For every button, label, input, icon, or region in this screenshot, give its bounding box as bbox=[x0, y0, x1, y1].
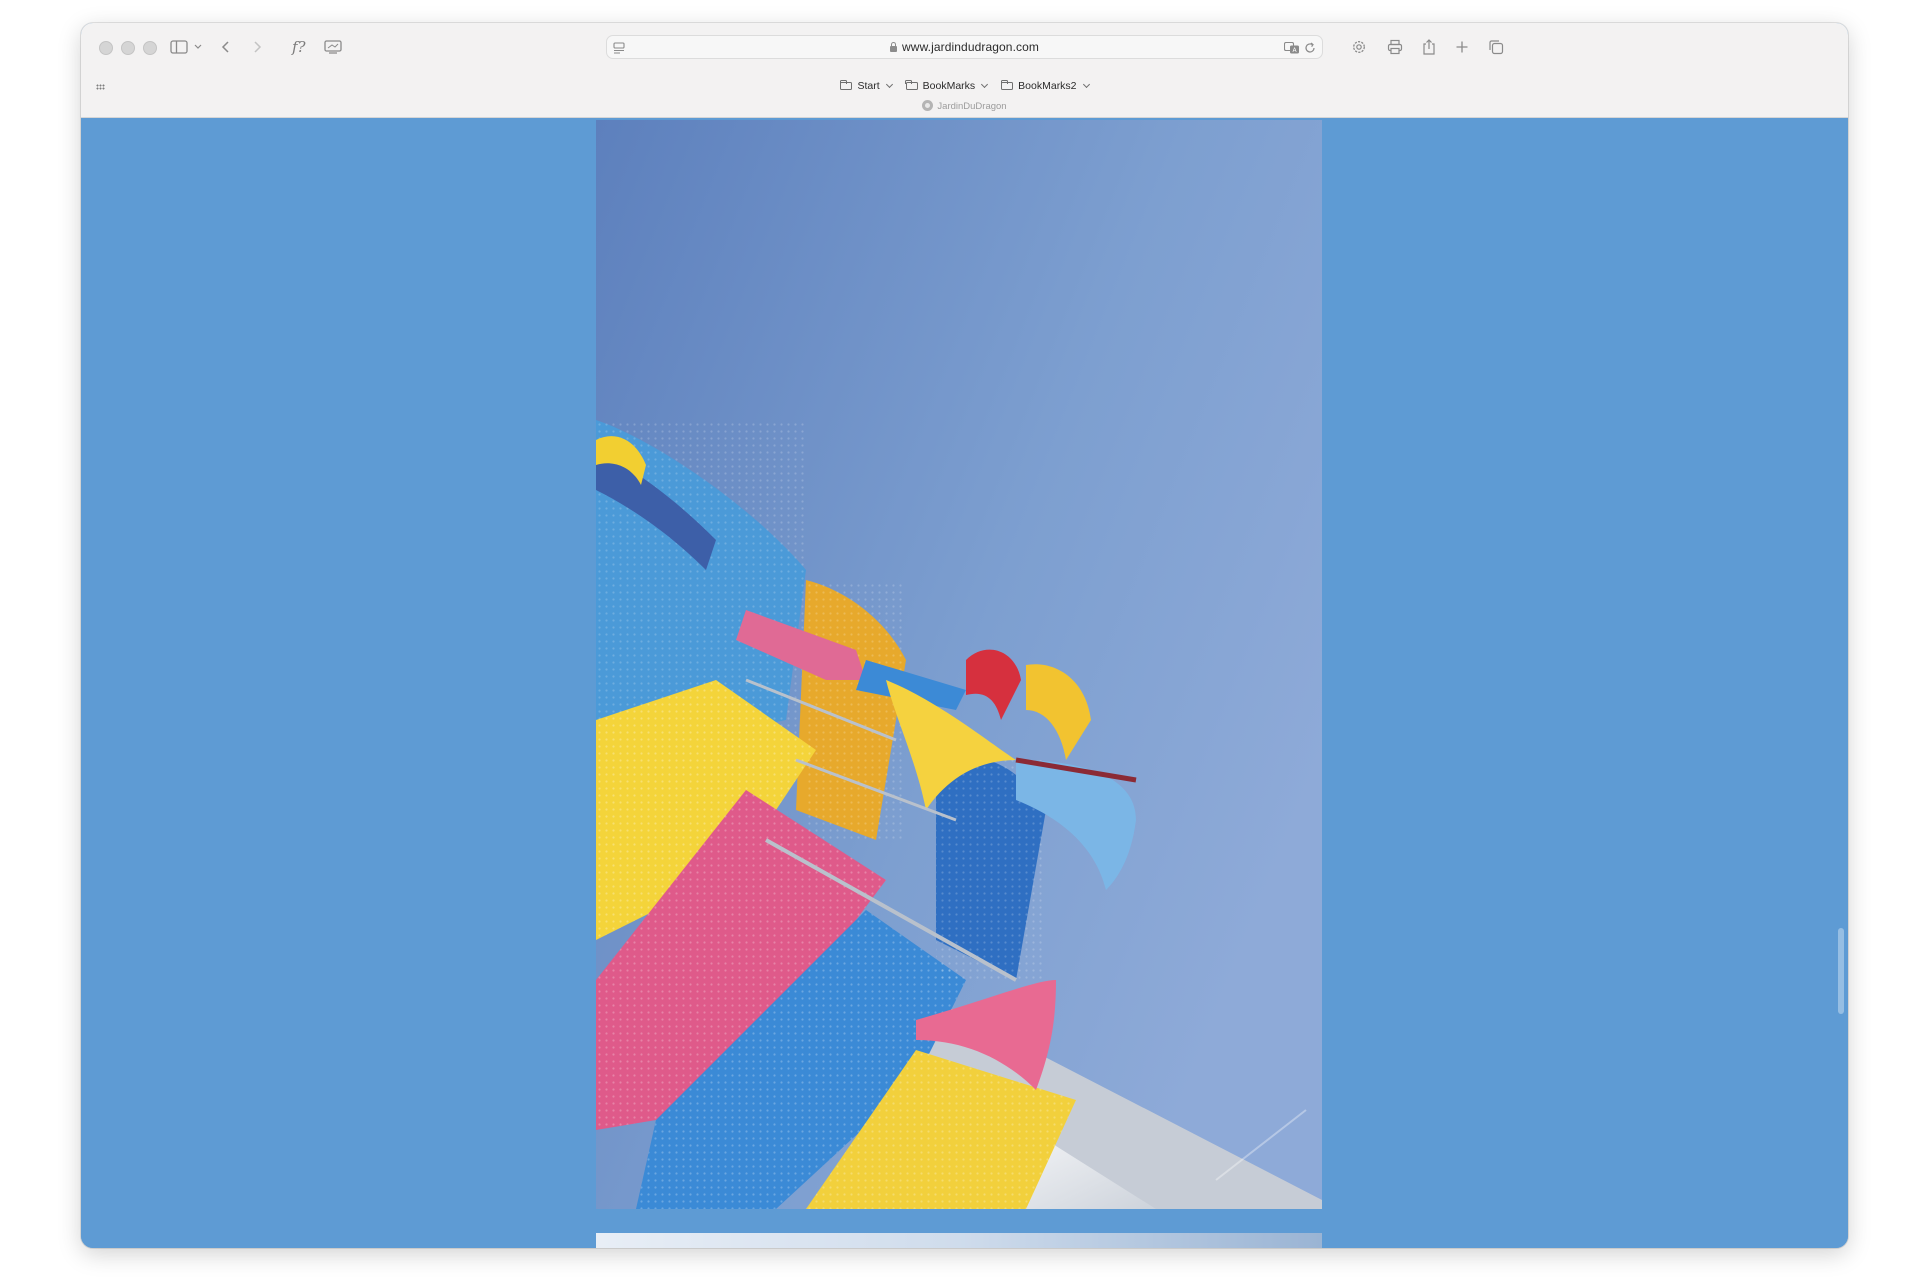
chevron-down-icon bbox=[1082, 80, 1090, 89]
chevron-down-icon bbox=[885, 80, 893, 89]
minimize-window-button[interactable] bbox=[121, 41, 135, 55]
sculpture-photo bbox=[596, 120, 1322, 1209]
site-favicon-icon bbox=[922, 100, 934, 111]
chevron-down-icon bbox=[981, 80, 989, 89]
print-icon[interactable] bbox=[1387, 36, 1403, 58]
sidebar-menu-chevron-icon[interactable] bbox=[194, 36, 202, 58]
back-icon[interactable] bbox=[221, 36, 231, 58]
bookmark-folder-bookmarks[interactable]: BookMarks bbox=[905, 79, 989, 92]
folder-icon bbox=[905, 79, 918, 90]
reader-view-icon[interactable] bbox=[324, 36, 342, 58]
settings-gear-icon[interactable] bbox=[1351, 36, 1367, 58]
next-photo-edge bbox=[596, 1233, 1322, 1248]
share-icon[interactable] bbox=[1422, 36, 1436, 58]
window-controls bbox=[99, 41, 157, 55]
address-bar[interactable]: www.jardindudragon.com A bbox=[606, 35, 1323, 59]
bookmark-folder-start[interactable]: Start bbox=[840, 79, 893, 92]
reload-icon[interactable] bbox=[1304, 41, 1316, 59]
close-window-button[interactable] bbox=[99, 41, 113, 55]
forward-icon[interactable] bbox=[252, 36, 262, 58]
tab-title-text: JardinDuDragon bbox=[937, 101, 1007, 112]
formula-button[interactable]: f? bbox=[292, 36, 306, 58]
url-display[interactable]: www.jardindudragon.com bbox=[607, 40, 1322, 54]
bookmark-label: Start bbox=[857, 80, 880, 92]
tab-title[interactable]: JardinDuDragon bbox=[81, 100, 1848, 112]
bookmarks-bar: Start BookMarks BookMarks2 bbox=[81, 79, 1848, 92]
bookmark-folder-bookmarks2[interactable]: BookMarks2 bbox=[1000, 79, 1090, 92]
url-text: www.jardindudragon.com bbox=[902, 40, 1039, 54]
lock-icon bbox=[890, 42, 898, 52]
new-tab-plus-icon[interactable] bbox=[1455, 36, 1469, 58]
page-content[interactable] bbox=[81, 118, 1848, 1248]
bookmark-label: BookMarks2 bbox=[1018, 80, 1077, 92]
tab-overview-icon[interactable] bbox=[1488, 36, 1504, 58]
folder-icon bbox=[840, 79, 853, 90]
bookmark-label: BookMarks bbox=[922, 80, 976, 92]
sidebar-toggle-icon[interactable] bbox=[170, 36, 188, 58]
page-scrollbar[interactable] bbox=[1838, 928, 1844, 1014]
browser-toolbar: f? www.jardindudragon.com A Start BookMa… bbox=[81, 23, 1848, 118]
translate-icon[interactable]: A bbox=[1283, 41, 1300, 59]
folder-icon bbox=[1000, 79, 1014, 90]
browser-window: f? www.jardindudragon.com A Start BookMa… bbox=[81, 23, 1848, 1248]
zoom-window-button[interactable] bbox=[143, 41, 157, 55]
